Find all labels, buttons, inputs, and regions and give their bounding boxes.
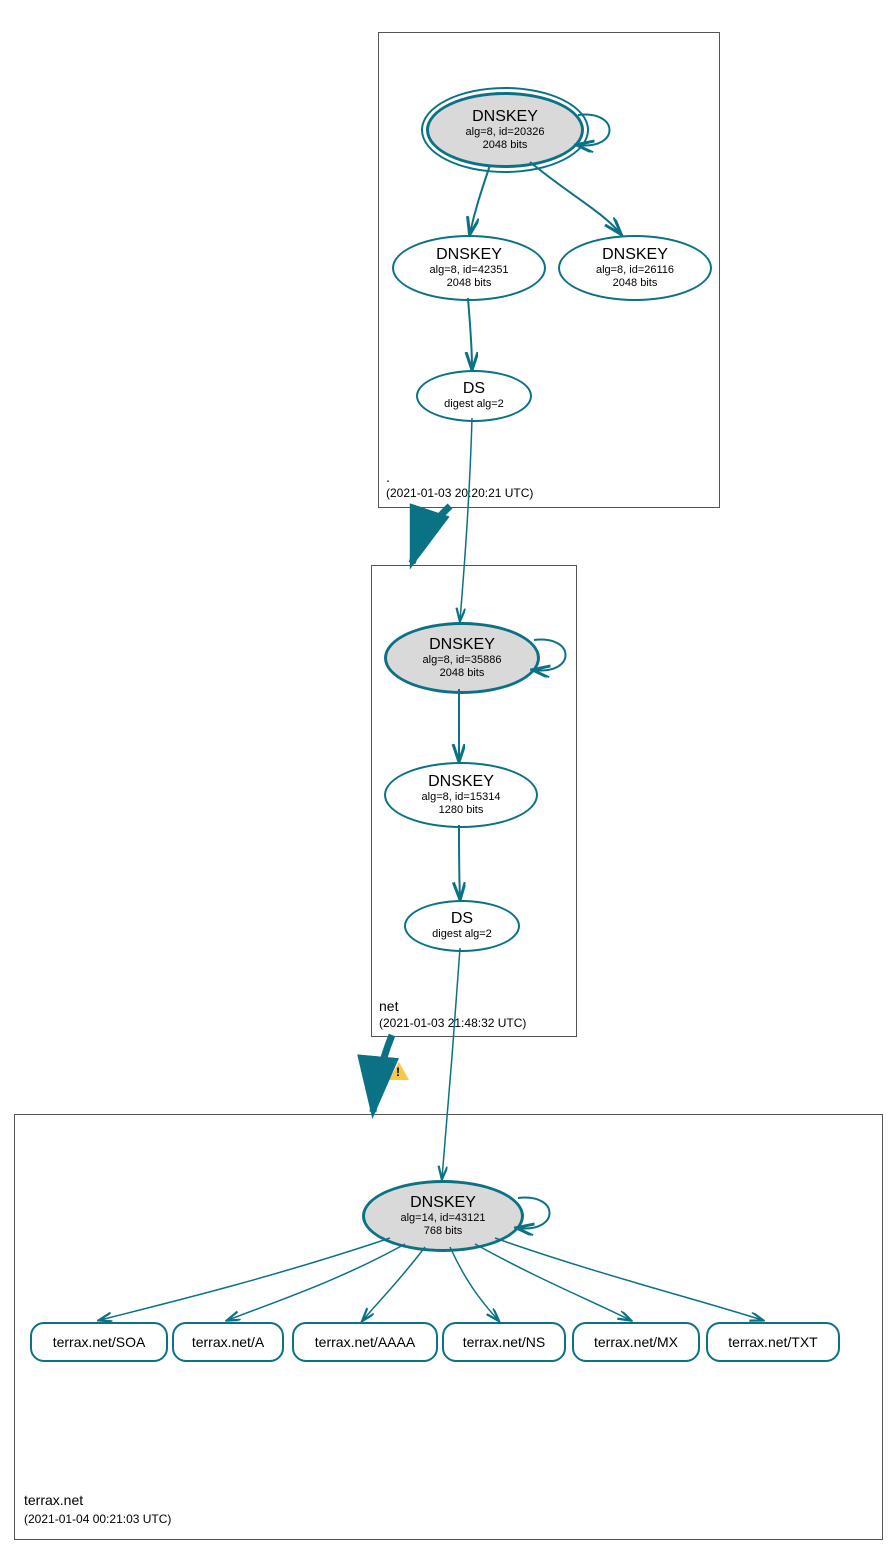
node-title: DS <box>463 380 485 398</box>
zone-root-timestamp: (2021-01-03 20:20:21 UTC) <box>386 486 533 500</box>
rrset-txt[interactable]: terrax.net/TXT <box>706 1322 840 1362</box>
rrset-aaaa[interactable]: terrax.net/AAAA <box>292 1322 438 1362</box>
zone-net-timestamp: (2021-01-03 21:48:32 UTC) <box>379 1016 526 1030</box>
terrax-ksk-node[interactable]: DNSKEY alg=14, id=43121 768 bits <box>362 1180 524 1252</box>
net-zsk-node[interactable]: DNSKEY alg=8, id=15314 1280 bits <box>384 762 538 828</box>
node-sub: alg=8, id=15314 <box>422 791 501 804</box>
node-sub: digest alg=2 <box>432 928 492 941</box>
rrset-a[interactable]: terrax.net/A <box>172 1322 284 1362</box>
node-title: DNSKEY <box>436 246 502 264</box>
node-sub: alg=8, id=20326 <box>466 126 545 139</box>
zone-terrax-label: terrax.net <box>24 1492 83 1508</box>
node-sub: alg=8, id=35886 <box>423 654 502 667</box>
zone-terrax-timestamp: (2021-01-04 00:21:03 UTC) <box>24 1512 171 1526</box>
node-title: DNSKEY <box>410 1194 476 1212</box>
node-title: DS <box>451 910 473 928</box>
rrset-soa[interactable]: terrax.net/SOA <box>30 1322 168 1362</box>
node-sub: 2048 bits <box>447 277 492 290</box>
rrset-mx[interactable]: terrax.net/MX <box>572 1322 700 1362</box>
net-ksk-node[interactable]: DNSKEY alg=8, id=35886 2048 bits <box>384 622 540 694</box>
zone-net-label: net <box>379 998 398 1014</box>
node-sub: alg=14, id=43121 <box>400 1212 485 1225</box>
node-title: DNSKEY <box>602 246 668 264</box>
root-zsk2-node[interactable]: DNSKEY alg=8, id=26116 2048 bits <box>558 235 712 301</box>
root-zsk1-node[interactable]: DNSKEY alg=8, id=42351 2048 bits <box>392 235 546 301</box>
node-sub: 1280 bits <box>439 804 484 817</box>
node-sub: alg=8, id=26116 <box>596 264 674 277</box>
node-sub: 2048 bits <box>613 277 658 290</box>
root-ds-node[interactable]: DS digest alg=2 <box>416 370 532 422</box>
node-title: DNSKEY <box>429 636 495 654</box>
warning-icon <box>389 1062 409 1080</box>
zone-root-label: . <box>386 469 390 485</box>
node-title: DNSKEY <box>428 773 494 791</box>
net-ds-node[interactable]: DS digest alg=2 <box>404 900 520 952</box>
node-sub: 2048 bits <box>440 667 485 680</box>
node-sub: alg=8, id=42351 <box>430 264 509 277</box>
node-sub: digest alg=2 <box>444 398 504 411</box>
root-ksk-node[interactable]: DNSKEY alg=8, id=20326 2048 bits <box>426 92 584 168</box>
rrset-ns[interactable]: terrax.net/NS <box>442 1322 566 1362</box>
node-sub: 768 bits <box>424 1225 463 1238</box>
node-title: DNSKEY <box>472 108 538 126</box>
node-sub: 2048 bits <box>483 139 528 152</box>
